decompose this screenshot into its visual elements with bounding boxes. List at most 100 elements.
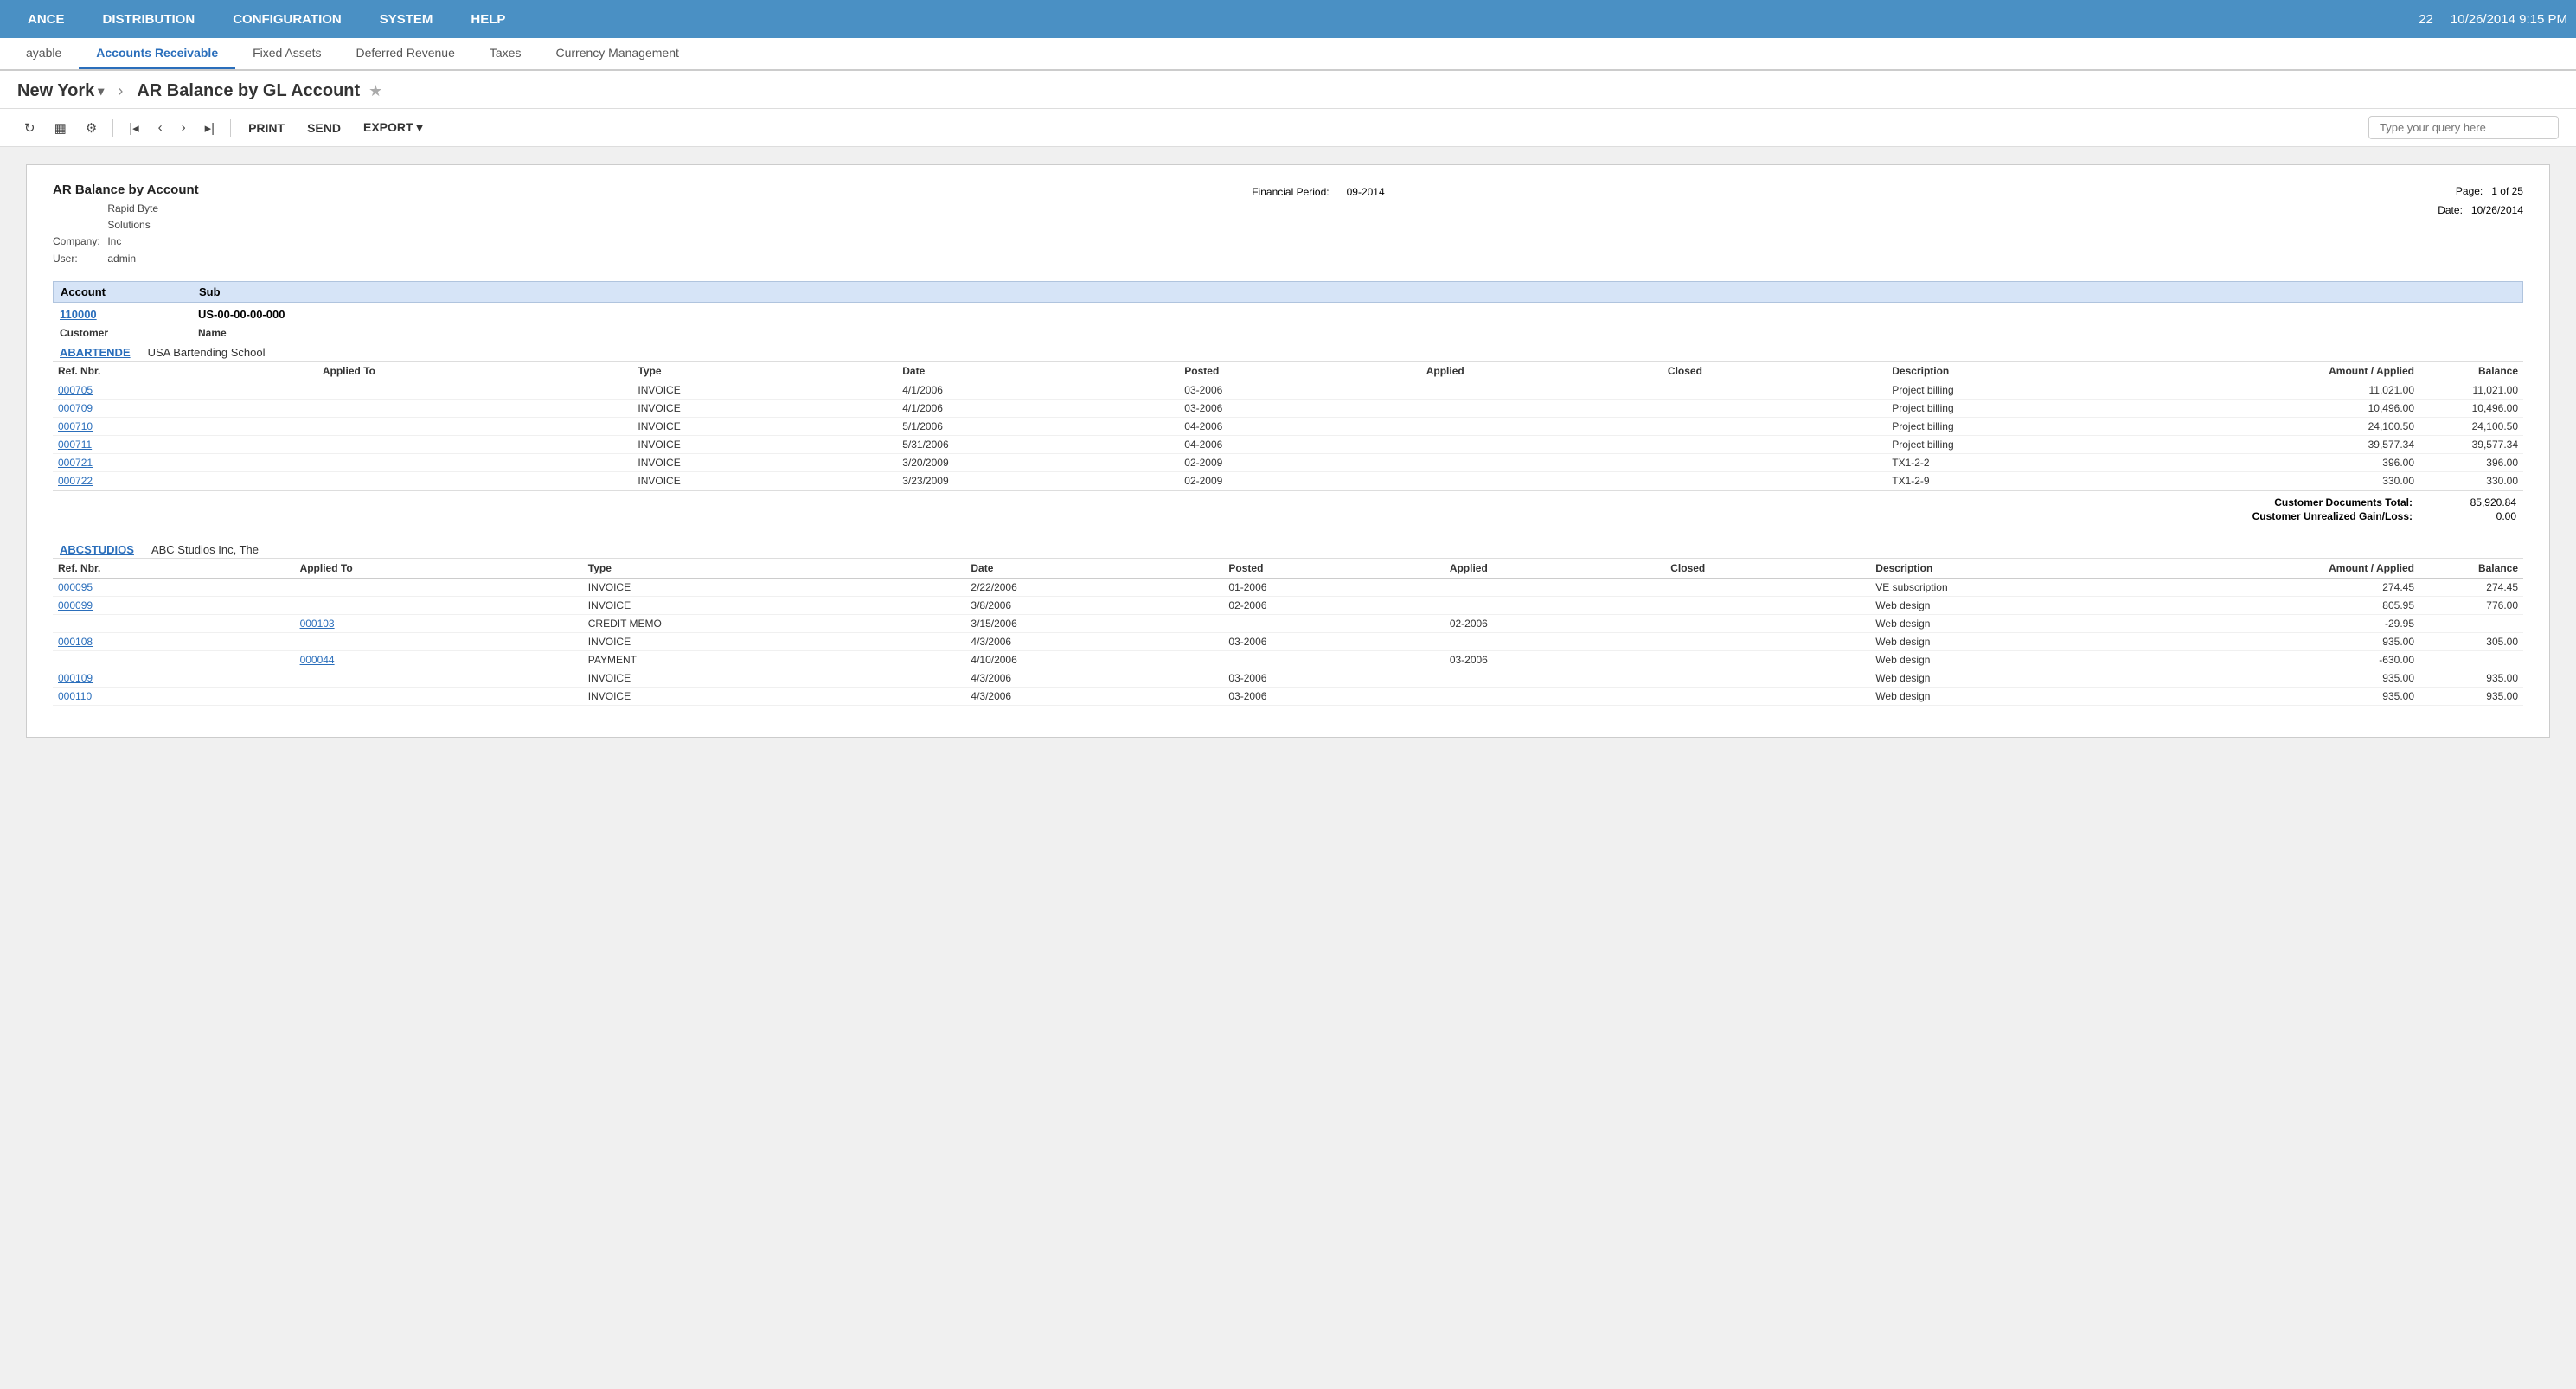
applied-to-cell: [317, 417, 633, 435]
ref-nbr-cell[interactable]: 000710: [53, 417, 317, 435]
favorite-star-icon[interactable]: ★: [368, 82, 382, 100]
date-cell: 2/22/2006: [965, 578, 1223, 596]
description-cell: Project billing: [1887, 435, 2246, 453]
type-cell: INVOICE: [583, 578, 966, 596]
description-cell: Web design: [1870, 687, 2246, 705]
nav-distribution[interactable]: DISTRIBUTION: [84, 0, 215, 38]
tab-accounts-receivable[interactable]: Accounts Receivable: [79, 39, 235, 69]
account-id-link[interactable]: 110000: [60, 308, 198, 321]
applied-to-cell: [295, 578, 583, 596]
ref-nbr-cell[interactable]: 000709: [53, 399, 317, 417]
tab-payable[interactable]: ayable: [9, 39, 79, 69]
applied-to-link[interactable]: 000103: [300, 618, 335, 630]
tab-taxes[interactable]: Taxes: [472, 39, 539, 69]
ref-nbr-link[interactable]: 000709: [58, 402, 93, 414]
export-chevron-icon: ▾: [416, 120, 422, 134]
ref-nbr-link[interactable]: 000711: [58, 438, 92, 451]
table-icon: ▦: [54, 120, 67, 136]
closed-cell: [1663, 399, 1887, 417]
ref-nbr-cell[interactable]: 000705: [53, 381, 317, 399]
table-row: 000095 INVOICE 2/22/2006 01-2006 VE subs…: [53, 578, 2523, 596]
last-page-button[interactable]: ▸|: [198, 117, 221, 139]
amount-cell: 10,496.00: [2246, 399, 2419, 417]
export-button[interactable]: EXPORT ▾: [355, 117, 432, 138]
table-view-button[interactable]: ▦: [48, 117, 74, 139]
settings-button[interactable]: ⚙: [79, 117, 104, 139]
query-input[interactable]: [2368, 116, 2559, 139]
col-description-2: Description: [1870, 559, 2246, 579]
ref-nbr-link[interactable]: 000110: [58, 690, 92, 702]
posted-cell: 03-2006: [1179, 399, 1420, 417]
ref-nbr-cell: [53, 650, 295, 669]
ref-nbr-cell[interactable]: 000110: [53, 687, 295, 705]
print-button[interactable]: PRINT: [240, 118, 293, 138]
ref-nbr-cell[interactable]: 000722: [53, 471, 317, 490]
tab-deferred-revenue[interactable]: Deferred Revenue: [338, 39, 471, 69]
ref-nbr-link[interactable]: 000108: [58, 636, 93, 648]
ref-nbr-cell[interactable]: 000721: [53, 453, 317, 471]
posted-cell: [1223, 650, 1444, 669]
customer-id-abcstudios[interactable]: ABCSTUDIOS: [60, 543, 134, 556]
tab-fixed-assets[interactable]: Fixed Assets: [235, 39, 338, 69]
table-row: 000110 INVOICE 4/3/2006 03-2006 Web desi…: [53, 687, 2523, 705]
applied-to-cell: [295, 687, 583, 705]
report-header-center: Financial Period: 09-2014: [1252, 186, 1384, 267]
ref-nbr-cell[interactable]: 000099: [53, 596, 295, 614]
amount-cell: 11,021.00: [2246, 381, 2419, 399]
balance-cell: 396.00: [2419, 453, 2523, 471]
applied-cell: [1445, 578, 1665, 596]
ref-nbr-link[interactable]: 000095: [58, 581, 93, 593]
ref-nbr-link[interactable]: 000710: [58, 420, 93, 432]
company-label: Company:: [53, 234, 105, 250]
date-cell: 4/3/2006: [965, 669, 1223, 687]
balance-cell: 330.00: [2419, 471, 2523, 490]
type-cell: INVOICE: [632, 381, 897, 399]
applied-to-cell[interactable]: 000103: [295, 614, 583, 632]
applied-to-cell: [317, 381, 633, 399]
table-row: 000711 INVOICE 5/31/2006 04-2006 Project…: [53, 435, 2523, 453]
refresh-button[interactable]: ↻: [17, 117, 42, 139]
chevron-down-icon[interactable]: ▾: [98, 84, 104, 99]
send-button[interactable]: SEND: [298, 118, 349, 138]
ref-nbr-link[interactable]: 000705: [58, 384, 93, 396]
ref-nbr-cell[interactable]: 000095: [53, 578, 295, 596]
applied-to-cell: [295, 632, 583, 650]
applied-to-cell: [317, 471, 633, 490]
report-container: AR Balance by Account Company: Rapid Byt…: [26, 164, 2550, 738]
ref-nbr-link[interactable]: 000099: [58, 599, 93, 611]
top-navigation: ANCE DISTRIBUTION CONFIGURATION SYSTEM H…: [0, 0, 2576, 38]
report-header-left: AR Balance by Account Company: Rapid Byt…: [53, 182, 199, 267]
ref-nbr-link[interactable]: 000109: [58, 672, 93, 684]
user-badge: 22: [2419, 12, 2433, 27]
applied-to-cell[interactable]: 000044: [295, 650, 583, 669]
tab-currency-management[interactable]: Currency Management: [538, 39, 695, 69]
balance-cell: 935.00: [2419, 669, 2523, 687]
posted-cell: 04-2006: [1179, 417, 1420, 435]
ref-nbr-cell[interactable]: 000109: [53, 669, 295, 687]
nav-system[interactable]: SYSTEM: [361, 0, 452, 38]
type-cell: INVOICE: [632, 399, 897, 417]
description-cell: Web design: [1870, 596, 2246, 614]
ref-nbr-link[interactable]: 000721: [58, 457, 93, 469]
col-balance-2: Balance: [2419, 559, 2523, 579]
ref-nbr-cell[interactable]: 000711: [53, 435, 317, 453]
nav-configuration[interactable]: CONFIGURATION: [214, 0, 361, 38]
first-page-button[interactable]: |◂: [122, 117, 145, 139]
ref-nbr-cell[interactable]: 000108: [53, 632, 295, 650]
customer-id-abartende[interactable]: ABARTENDE: [60, 346, 131, 359]
breadcrumb-separator: ›: [118, 82, 123, 100]
nav-help[interactable]: HELP: [452, 0, 524, 38]
prev-page-button[interactable]: ‹: [151, 117, 170, 138]
date-cell: 4/3/2006: [965, 632, 1223, 650]
amount-cell: 396.00: [2246, 453, 2419, 471]
posted-cell: 03-2006: [1223, 632, 1444, 650]
type-cell: INVOICE: [583, 669, 966, 687]
next-page-button[interactable]: ›: [175, 117, 193, 138]
ref-nbr-link[interactable]: 000722: [58, 475, 93, 487]
applied-to-link[interactable]: 000044: [300, 654, 335, 666]
description-cell: Project billing: [1887, 417, 2246, 435]
nav-ance[interactable]: ANCE: [9, 0, 84, 38]
gain-loss-label: Customer Unrealized Gain/Loss:: [2252, 510, 2413, 522]
breadcrumb-company[interactable]: New York ▾: [17, 81, 104, 101]
type-cell: CREDIT MEMO: [583, 614, 966, 632]
